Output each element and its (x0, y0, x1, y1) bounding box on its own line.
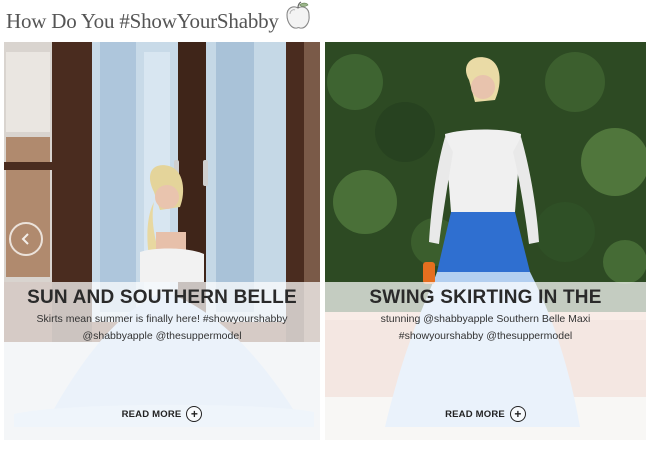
plus-circle-icon: + (509, 406, 526, 422)
post-caption: SWING SKIRTING IN THE stunning @shabbyap… (325, 282, 646, 440)
read-more-label: READ MORE (445, 408, 505, 420)
chevron-left-icon (21, 233, 29, 245)
post-excerpt: Skirts mean summer is finally here! #sho… (36, 313, 288, 342)
post-caption: SUN AND SOUTHERN BELLE Skirts mean summe… (4, 282, 320, 440)
carousel-prev-button[interactable] (9, 222, 43, 256)
read-more-link[interactable]: READ MORE + (122, 406, 203, 422)
post-title[interactable]: SWING SKIRTING IN THE (369, 287, 601, 309)
post-excerpt: stunning @shabbyapple Southern Belle Max… (380, 313, 591, 342)
page-title: How Do You #ShowYourShabby (6, 8, 279, 33)
post-title[interactable]: SUN AND SOUTHERN BELLE (27, 287, 297, 309)
read-more-label: READ MORE (121, 408, 182, 420)
read-more-link[interactable]: READ MORE + (445, 406, 526, 422)
post-card-swing-skirting[interactable]: SWING SKIRTING IN THE stunning @shabbyap… (325, 42, 646, 440)
plus-circle-icon: + (186, 406, 203, 422)
post-card-sun-and-southern-belle[interactable]: SUN AND SOUTHERN BELLE Skirts mean summe… (4, 42, 320, 440)
apple-icon (284, 0, 312, 36)
page-header: How Do You #ShowYourShabby (0, 0, 647, 42)
